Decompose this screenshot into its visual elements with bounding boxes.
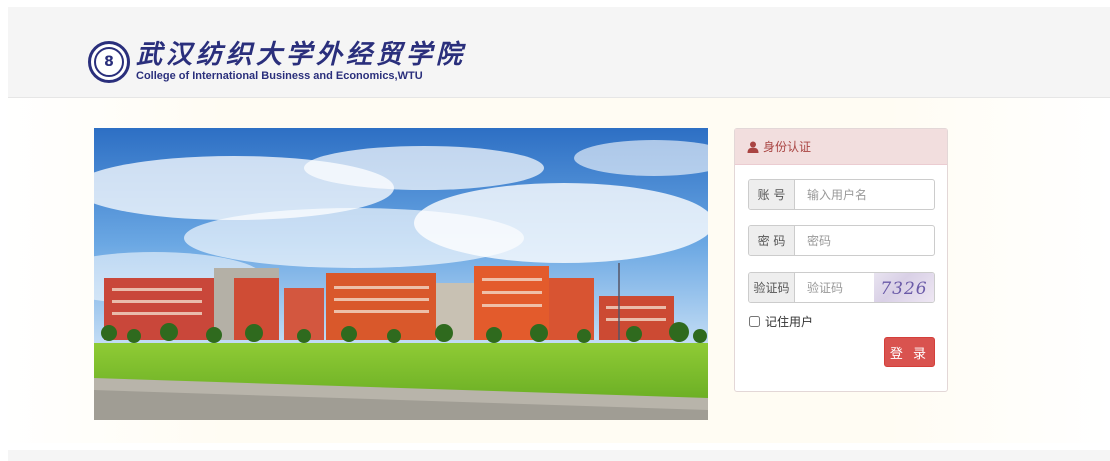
captcha-row: 验证码 7326 xyxy=(748,272,935,303)
panel-heading-text: 身份认证 xyxy=(763,140,812,154)
password-input[interactable] xyxy=(795,226,934,255)
login-panel: 身份认证 账 号 密 码 验证码 7326 记住用户 登 录 xyxy=(734,128,948,392)
college-seal-icon: 8 xyxy=(88,40,130,83)
user-icon xyxy=(747,141,759,153)
password-label: 密 码 xyxy=(749,226,795,255)
password-row: 密 码 xyxy=(748,225,935,256)
login-button[interactable]: 登 录 xyxy=(884,337,935,367)
username-input[interactable] xyxy=(795,180,934,209)
site-header: 8 武汉纺织大学外经贸学院 College of International B… xyxy=(8,7,1110,98)
college-name-cn: 武汉纺织大学外经贸学院 xyxy=(136,40,467,70)
college-logo: 8 武汉纺织大学外经贸学院 College of International B… xyxy=(88,40,466,83)
college-name-en: College of International Business and Ec… xyxy=(136,70,423,82)
panel-heading: 身份认证 xyxy=(735,129,947,165)
remember-checkbox[interactable] xyxy=(749,316,760,327)
captcha-input[interactable] xyxy=(795,273,874,302)
logo-text: 武汉纺织大学外经贸学院 College of International Bus… xyxy=(136,40,466,83)
account-label: 账 号 xyxy=(749,180,795,209)
seal-inner: 8 xyxy=(94,46,124,77)
captcha-label: 验证码 xyxy=(749,273,795,302)
remember-user[interactable]: 记住用户 xyxy=(749,313,813,330)
site-footer xyxy=(8,450,1110,461)
campus-photo xyxy=(94,128,708,420)
account-row: 账 号 xyxy=(748,179,935,210)
captcha-image[interactable]: 7326 xyxy=(874,273,934,302)
remember-label: 记住用户 xyxy=(765,315,814,329)
